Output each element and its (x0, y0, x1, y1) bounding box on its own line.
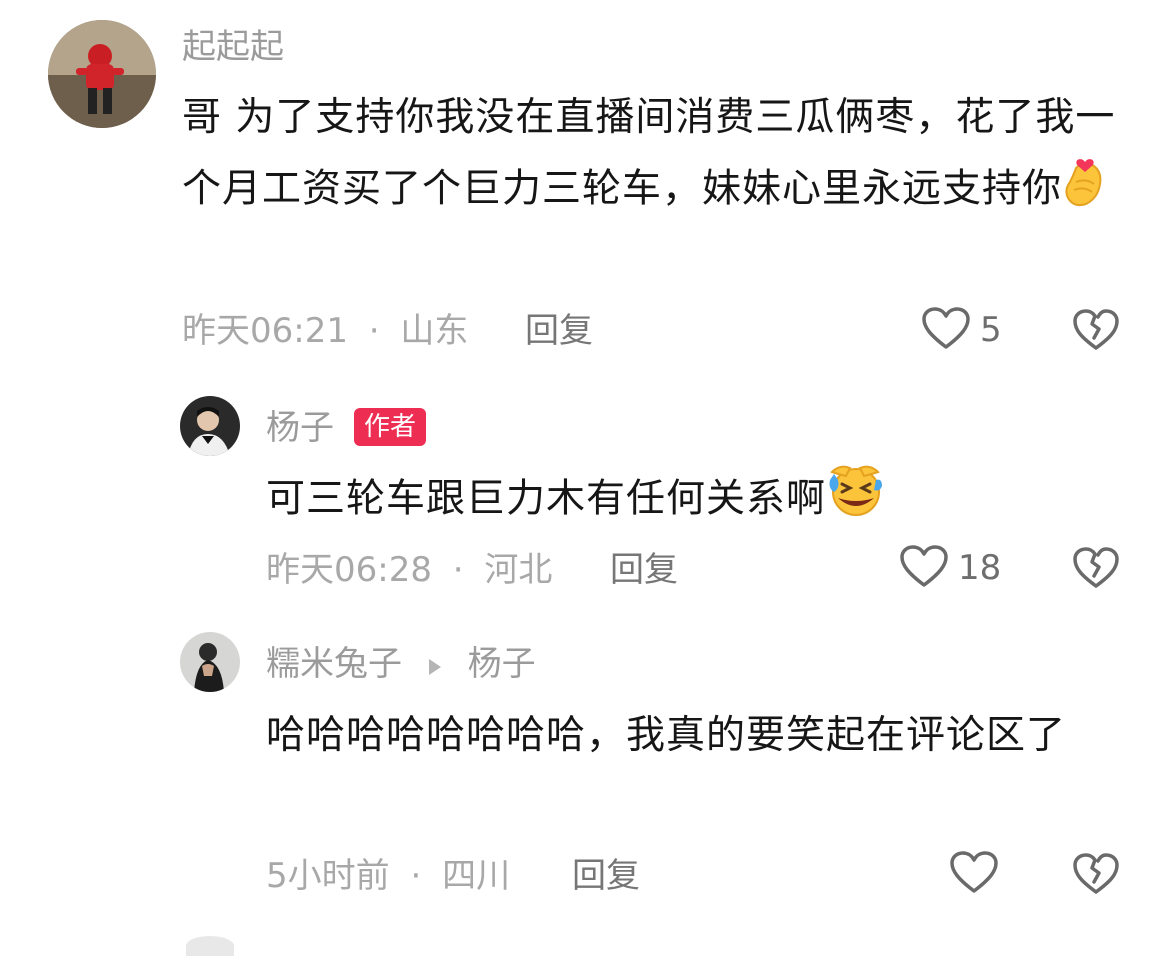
comment-text: 可三轮车跟巨力木有任何关系啊 (266, 462, 1146, 540)
comment-time: 5小时前 (266, 856, 390, 896)
avatar[interactable] (48, 20, 156, 128)
reply-button[interactable]: 回复 (572, 856, 640, 896)
author-badge: 作者 (354, 408, 427, 446)
comment-meta: 昨天06:21 · 山东 (182, 311, 468, 351)
like-count: 5 (980, 310, 1002, 350)
reply-button[interactable]: 回复 (610, 550, 678, 590)
heart-icon (898, 543, 950, 593)
comment-time: 昨天06:28 (266, 550, 432, 590)
comment-username[interactable]: 起起起 (182, 27, 284, 67)
avatar[interactable] (186, 936, 234, 956)
comment-location: 四川 (442, 856, 511, 896)
comment-text-content: 哈哈哈哈哈哈哈哈，我真的要笑起在评论区了 (266, 713, 1067, 758)
comment-username-link[interactable]: 糯米兔子 (266, 644, 402, 684)
comment-text: 哈哈哈哈哈哈哈哈，我真的要笑起在评论区了 (266, 702, 1132, 770)
avatar[interactable] (180, 396, 240, 456)
reply-button[interactable]: 回复 (525, 311, 593, 351)
like-count: 18 (958, 548, 1002, 588)
heart-icon (920, 305, 972, 355)
comment-location: 河北 (484, 550, 553, 590)
comment-meta: 5小时前 · 四川 (266, 856, 510, 896)
comment-text-content: 可三轮车跟巨力木有任何关系啊 (266, 476, 827, 522)
like-button[interactable] (948, 850, 1008, 898)
play-arrow-icon (427, 646, 443, 686)
dislike-button[interactable] (1072, 852, 1120, 900)
comment-username: 糯米兔子 杨子 (266, 644, 536, 686)
broken-heart-icon (1072, 853, 1120, 900)
laughing-tears-icon (826, 462, 884, 540)
meta-separator: · (368, 311, 380, 351)
comment-location: 山东 (400, 311, 469, 351)
comment-text: 哥 为了支持你我没在直播间消费三瓜俩枣，花了我一个月工资买了个巨力三轮车，妹妹心… (182, 84, 1132, 230)
comment-meta: 昨天06:28 · 河北 (266, 550, 552, 590)
reply-to-username[interactable]: 杨子 (468, 644, 536, 684)
like-button[interactable]: 5 (920, 306, 1002, 354)
broken-heart-icon (1072, 309, 1120, 356)
comment-time: 昨天06:21 (182, 311, 348, 351)
meta-separator: · (452, 550, 464, 590)
comment-text-content: 哥 为了支持你我没在直播间消费三瓜俩枣，花了我一个月工资买了个巨力三轮车，妹妹心… (182, 95, 1116, 212)
comment-username[interactable]: 杨子 (266, 408, 334, 448)
like-button[interactable]: 18 (898, 544, 1001, 592)
broken-heart-icon (1072, 547, 1120, 594)
avatar[interactable] (180, 632, 240, 692)
heart-icon (948, 849, 1000, 899)
dislike-button[interactable] (1072, 546, 1120, 594)
dislike-button[interactable] (1072, 308, 1120, 356)
finger-heart-icon (1062, 152, 1108, 230)
meta-separator: · (410, 856, 422, 896)
